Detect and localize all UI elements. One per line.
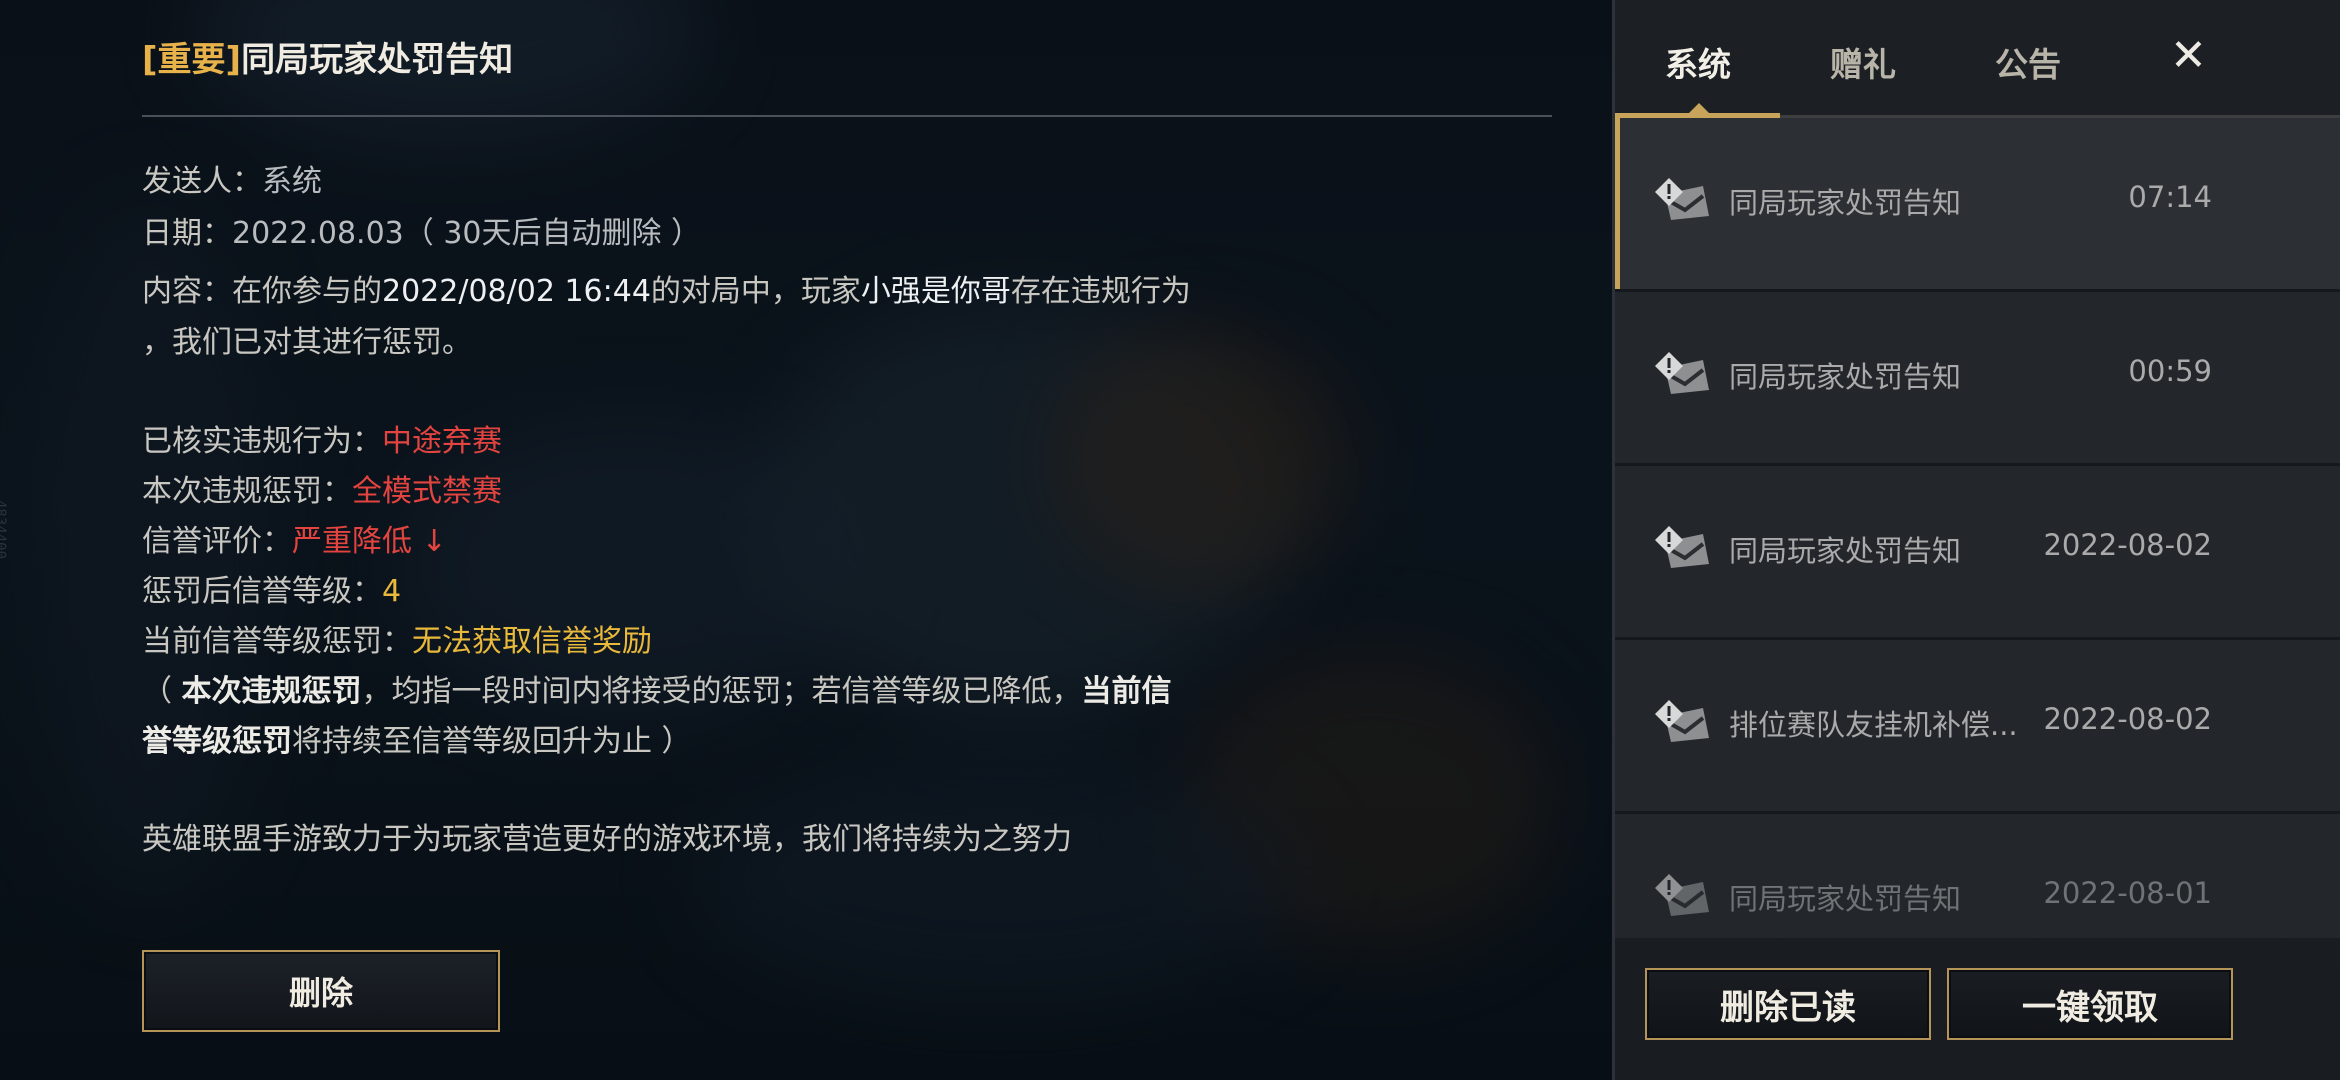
mail-item-title: 同局玩家处罚告知	[1729, 534, 1962, 568]
content-label: 内容：	[142, 274, 232, 309]
penalty-label: 本次违规惩罚：	[142, 474, 352, 509]
date-value: 2022.08.03	[232, 216, 404, 251]
level-label: 惩罚后信誉等级：	[142, 574, 382, 609]
current-penalty-label: 当前信誉等级惩罚：	[142, 624, 412, 659]
content-line-2: ，我们已对其进行惩罚。	[142, 325, 472, 360]
credit-line: 信誉评价：严重降低 ↓	[142, 516, 447, 560]
mail-panel: 系统 赠礼 公告 ✕ 同局玩家处罚告知 07:14 同局玩家处罚告知 00:59…	[1612, 0, 2340, 1080]
note-mid: ，均指一段时间内将接受的惩罚；若信誉等级已降低，	[361, 674, 1082, 709]
content-text-c: 存在违规行为	[1010, 274, 1191, 309]
delete-button[interactable]: 删除	[142, 950, 500, 1032]
penalty-line: 本次违规惩罚：全模式禁赛	[142, 466, 502, 510]
mail-item[interactable]: 同局玩家处罚告知 00:59	[1615, 292, 2340, 466]
mail-title: [重要]同局玩家处罚告知	[142, 32, 513, 81]
current-penalty-value: 无法获取信誉奖励	[412, 624, 652, 659]
tab-system[interactable]: 系统	[1665, 38, 1731, 86]
note-open: （	[142, 674, 182, 709]
note-end: 将持续至信誉等级回升为止 ）	[292, 724, 692, 759]
active-tab-caret-icon	[1689, 103, 1709, 113]
tab-gift[interactable]: 赠礼	[1830, 38, 1896, 86]
mail-item[interactable]: 排位赛队友挂机补偿... 2022-08-02	[1615, 640, 2340, 814]
system-mail-icon	[1655, 700, 1709, 742]
violation-line: 已核实违规行为：中途弃赛	[142, 416, 502, 460]
close-icon[interactable]: ✕	[2170, 30, 2207, 81]
mail-item[interactable]: 同局玩家处罚告知 2022-08-01	[1615, 814, 2340, 938]
mail-item-title: 同局玩家处罚告知	[1729, 360, 1962, 394]
mail-item-date: 07:14	[2128, 180, 2212, 214]
content-player: 小强是你哥	[860, 274, 1011, 309]
mail-item-date: 2022-08-02	[2043, 702, 2212, 736]
date-label: 日期：	[142, 216, 232, 251]
note-bold-1: 本次违规惩罚	[181, 674, 362, 709]
penalty-value: 全模式禁赛	[352, 474, 502, 509]
claim-all-button[interactable]: 一键领取	[1947, 968, 2233, 1040]
mail-item[interactable]: 同局玩家处罚告知 2022-08-02	[1615, 466, 2340, 640]
current-penalty-line: 当前信誉等级惩罚：无法获取信誉奖励	[142, 616, 652, 660]
note-line-2: 誉等级惩罚将持续至信誉等级回升为止 ）	[142, 716, 692, 760]
level-value: 4	[382, 574, 402, 609]
sender-value: 系统	[262, 164, 322, 199]
delete-read-button[interactable]: 删除已读	[1645, 968, 1931, 1040]
mail-item[interactable]: 同局玩家处罚告知 07:14	[1615, 118, 2340, 292]
system-mail-icon	[1655, 526, 1709, 568]
mail-item-date: 2022-08-02	[2043, 528, 2212, 562]
system-mail-icon	[1655, 874, 1709, 916]
mail-item-date: 2022-08-01	[2043, 876, 2212, 910]
content-text-a: 在你参与的	[232, 274, 382, 309]
violation-value: 中途弃赛	[382, 424, 502, 459]
mail-title-text: 同局玩家处罚告知	[241, 40, 514, 80]
credit-value: 严重降低 ↓	[292, 524, 447, 559]
content-time: 2022/08/02 16:44	[382, 274, 651, 309]
date-note: （ 30天后自动删除 ）	[403, 216, 702, 251]
mail-detail: [重要]同局玩家处罚告知 发送人：系统 日期：2022.08.03（ 30天后自…	[142, 0, 1552, 1080]
mail-tabs: 系统 赠礼 公告 ✕	[1615, 0, 2340, 118]
sender-line: 发送人：系统	[142, 156, 322, 200]
title-divider	[142, 115, 1552, 117]
system-mail-icon	[1655, 178, 1709, 220]
content-line-1: 内容：在你参与的2022/08/02 16:44的对局中，玩家小强是你哥存在违规…	[142, 266, 1191, 310]
credit-label: 信誉评价：	[142, 524, 292, 559]
mail-list[interactable]: 同局玩家处罚告知 07:14 同局玩家处罚告知 00:59 同局玩家处罚告知 2…	[1615, 118, 2340, 938]
tab-announcement[interactable]: 公告	[1995, 38, 2061, 86]
mail-item-title: 排位赛队友挂机补偿...	[1729, 708, 2018, 742]
mail-item-date: 00:59	[2128, 354, 2212, 388]
system-mail-icon	[1655, 352, 1709, 394]
level-line: 惩罚后信誉等级：4	[142, 566, 401, 610]
mail-item-title: 同局玩家处罚告知	[1729, 882, 1962, 916]
date-line: 日期：2022.08.03（ 30天后自动删除 ）	[142, 208, 701, 252]
content-text-b: 的对局中，玩家	[650, 274, 861, 309]
note-line-1: （ 本次违规惩罚，均指一段时间内将接受的惩罚；若信誉等级已降低，当前信	[142, 666, 1172, 710]
footer-text: 英雄联盟手游致力于为玩家营造更好的游戏环境，我们将持续为之努力	[142, 822, 1072, 857]
side-id-text: 4834400	[0, 500, 8, 560]
sender-label: 发送人：	[142, 164, 262, 199]
note-bold-3: 誉等级惩罚	[142, 724, 292, 759]
mail-item-title: 同局玩家处罚告知	[1729, 186, 1962, 220]
note-bold-2: 当前信	[1081, 674, 1172, 709]
important-tag: [重要]	[142, 40, 242, 80]
violation-label: 已核实违规行为：	[142, 424, 382, 459]
